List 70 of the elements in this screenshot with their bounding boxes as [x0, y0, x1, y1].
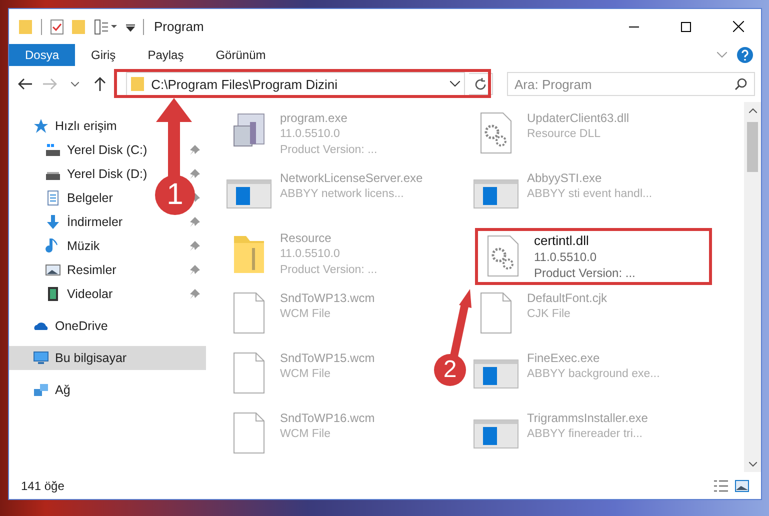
file-detail: ABBYY finereader tri... [527, 427, 644, 442]
file-name[interactable]: certintl.dll [534, 233, 636, 249]
search-icon[interactable] [734, 78, 747, 90]
ribbon-tab[interactable]: Paylaş [132, 44, 200, 66]
pin-icon[interactable] [190, 217, 200, 227]
file-detail: ABBYY sti event handl... [527, 187, 652, 202]
refresh-button[interactable] [468, 73, 494, 95]
docs-icon [45, 190, 61, 206]
sidebar-item[interactable]: Ağ [9, 378, 206, 402]
file-detail: WCM File [280, 307, 332, 322]
sidebar-item[interactable]: Resimler [67, 263, 116, 277]
sidebar-item[interactable]: İndirmeler [67, 215, 123, 229]
up-arrow-icon [94, 77, 106, 91]
file-detail: CJK File [527, 307, 572, 322]
pin-icon[interactable] [190, 169, 200, 179]
pictures-icon [45, 262, 61, 278]
window-title: Program [154, 19, 204, 34]
thumbnail-view-icon[interactable] [735, 480, 749, 492]
left-arrow-icon [18, 78, 32, 90]
file-detail: Product Version: ... [280, 263, 378, 278]
sidebar-item[interactable]: Yerel Disk (C:) [67, 143, 148, 157]
pin-icon[interactable] [190, 289, 200, 299]
sidebar-item[interactable]: OneDrive [9, 314, 206, 338]
dropdown-icon[interactable] [126, 22, 135, 32]
file-detail: Product Version: ... [280, 143, 378, 158]
address-field[interactable]: C:\Program Files\Program Dizini [126, 72, 465, 96]
file-detail: Product Version: ... [534, 265, 636, 281]
annotation-arrow [450, 289, 472, 357]
file-detail: Resource DLL [527, 127, 602, 142]
pin-icon[interactable] [190, 145, 200, 155]
star-icon [33, 118, 49, 134]
close-icon [732, 21, 744, 32]
ribbon-tab[interactable]: Dosya [9, 44, 76, 66]
sidebar-item[interactable]: Hızlı erişim [9, 114, 206, 138]
checklist-icon[interactable] [50, 18, 64, 34]
file-detail: ABBYY network licens... [280, 187, 405, 202]
maximize-icon [681, 22, 691, 32]
sidebar-item[interactable]: Bu bilgisayar [9, 346, 206, 370]
download-icon [45, 214, 61, 230]
search-field[interactable]: Ara: Program [507, 72, 755, 96]
chevron-up-icon [748, 108, 756, 112]
network-icon [33, 382, 49, 398]
folder-icon [131, 76, 146, 92]
item-count: 141 öğe [21, 478, 64, 492]
videos-icon [45, 286, 61, 302]
chevron-icon[interactable] [450, 81, 460, 87]
properties-icon[interactable] [94, 18, 118, 34]
chevron-down-icon [748, 462, 756, 466]
ribbon-tab[interactable]: Görünüm [200, 44, 282, 66]
file-detail: 11.0.5510.0 [280, 247, 341, 262]
scrollbar-thumb[interactable] [747, 122, 758, 172]
right-arrow-icon [43, 78, 58, 90]
refresh-icon [474, 78, 488, 90]
file-detail: 11.0.5510.0 [534, 249, 598, 265]
sidebar-item[interactable]: Müzik [67, 239, 100, 253]
chevron-icon [70, 82, 79, 86]
file-detail: 11.0.5510.0 [280, 127, 341, 142]
file-detail: ABBYY background exe... [527, 367, 660, 382]
file-detail: WCM File [280, 427, 332, 442]
help-icon[interactable] [737, 47, 753, 63]
pin-icon[interactable] [190, 265, 200, 275]
details-view-icon[interactable] [713, 480, 729, 492]
drive-c-icon [45, 142, 61, 158]
sidebar-item[interactable]: Videolar [67, 287, 113, 301]
ribbon-tab[interactable]: Giriş [75, 44, 132, 66]
pin-icon[interactable] [190, 241, 200, 251]
file-detail: WCM File [280, 367, 332, 382]
pc-icon [33, 350, 49, 366]
sidebar-item[interactable]: Belgeler [67, 191, 113, 205]
sidebar-item[interactable]: Yerel Disk (D:) [67, 167, 148, 181]
